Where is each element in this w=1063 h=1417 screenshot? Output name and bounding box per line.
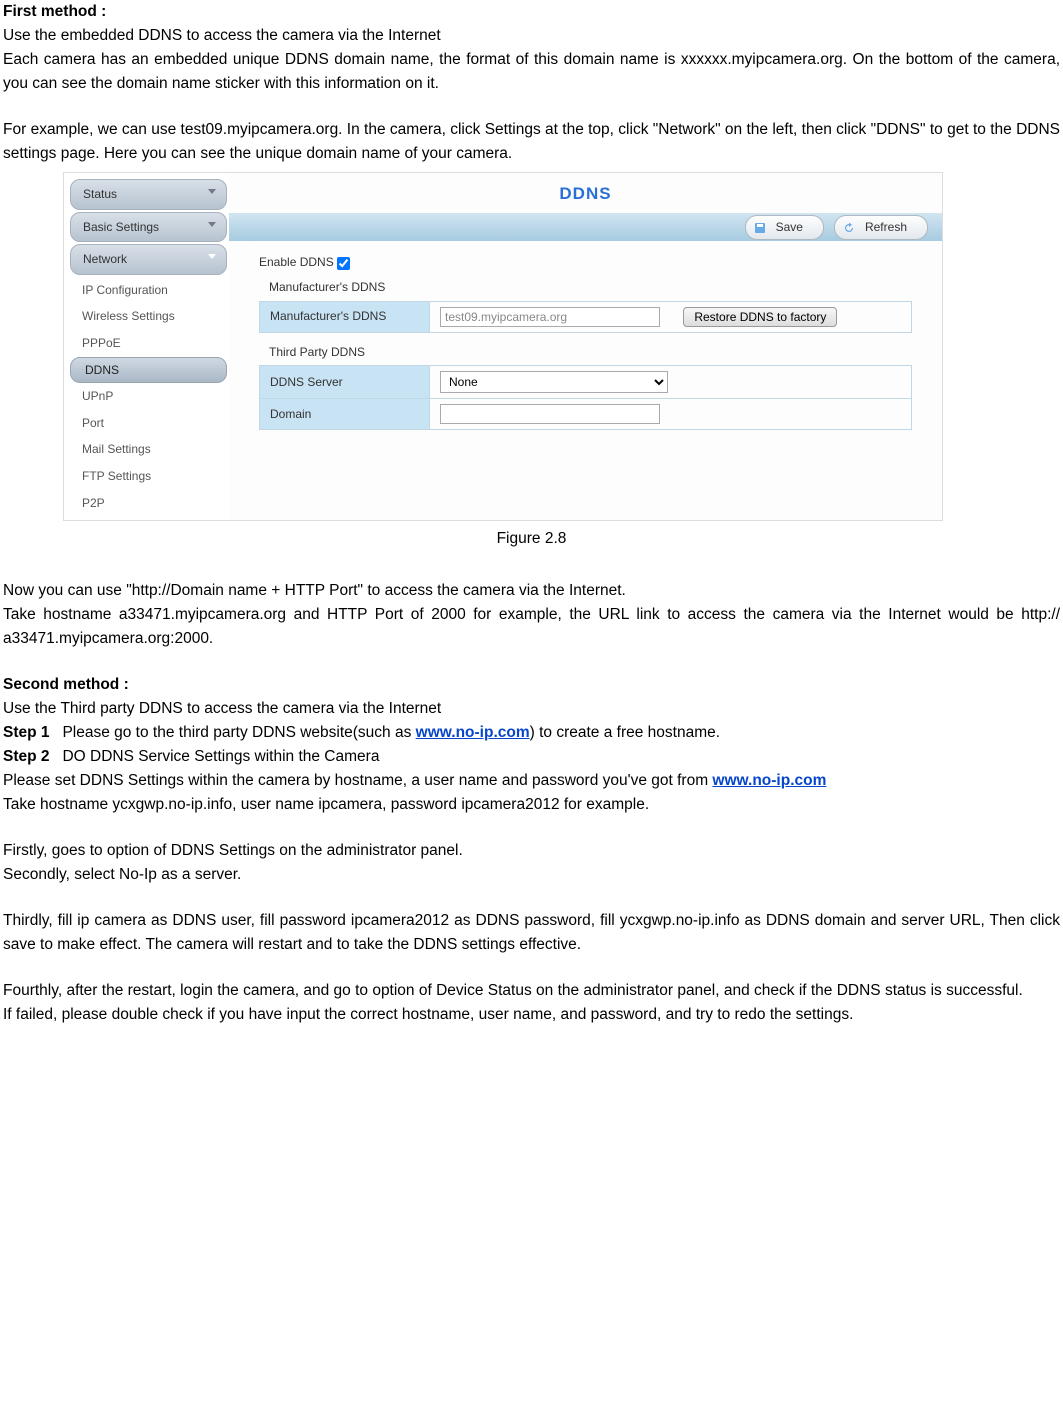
first-method-heading: First method : (3, 0, 1060, 24)
figure-caption: Figure 2.8 (3, 527, 1060, 551)
paragraph: If failed, please double check if you ha… (3, 1003, 1060, 1027)
paragraph: Take hostname a33471.myipcamera.org and … (3, 603, 1060, 651)
save-icon (754, 221, 766, 233)
third-party-ddns-table: DDNS Server None Domain (259, 365, 912, 430)
step1-line: Step 1 Please go to the third party DDNS… (3, 721, 1060, 745)
step1-text-a: Please go to the third party DDNS websit… (62, 724, 415, 741)
step2-line: Step 2 DO DDNS Service Settings within t… (3, 745, 1060, 769)
refresh-icon (843, 221, 855, 233)
sidebar-cat-basic[interactable]: Basic Settings (70, 212, 227, 243)
manufacturer-ddns-table: Manufacturer's DDNS Restore DDNS to fact… (259, 301, 912, 333)
paragraph: Please set DDNS Settings within the came… (3, 769, 1060, 793)
step2-text: DO DDNS Service Settings within the Came… (62, 748, 379, 765)
paragraph: Use the Third party DDNS to access the c… (3, 697, 1060, 721)
enable-ddns-checkbox[interactable] (337, 257, 350, 270)
settings-sidebar: Status Basic Settings Network IP Configu… (64, 173, 229, 520)
settings-main-panel: DDNS Save Refresh Enable DDNS (229, 173, 942, 520)
manufacturer-ddns-section-label: Manufacturer's DDNS (269, 278, 912, 297)
manufacturer-ddns-input[interactable] (440, 307, 660, 327)
paragraph: For example, we can use test09.myipcamer… (3, 118, 1060, 166)
noip-link[interactable]: www.no-ip.com (416, 724, 530, 741)
paragraph: Each camera has an embedded unique DDNS … (3, 48, 1060, 96)
step2-label: Step 2 (3, 748, 50, 765)
paragraph: Take hostname ycxgwp.no-ip.info, user na… (3, 793, 1060, 817)
save-button[interactable]: Save (745, 215, 824, 240)
third-party-ddns-section-label: Third Party DDNS (269, 343, 912, 362)
panel-title: DDNS (229, 173, 942, 213)
refresh-button-label: Refresh (865, 218, 907, 237)
paragraph: Now you can use "http://Domain name + HT… (3, 579, 1060, 603)
ddns-server-row-label: DDNS Server (260, 366, 430, 399)
sidebar-item-wireless[interactable]: Wireless Settings (68, 303, 229, 330)
sidebar-item-ftp[interactable]: FTP Settings (68, 463, 229, 490)
p7-text: Please set DDNS Settings within the came… (3, 772, 712, 789)
enable-ddns-row: Enable DDNS (259, 253, 912, 272)
sidebar-cat-network[interactable]: Network (70, 244, 227, 275)
restore-ddns-button[interactable]: Restore DDNS to factory (683, 307, 837, 327)
sidebar-item-pppoe[interactable]: PPPoE (68, 330, 229, 357)
sidebar-item-p2p[interactable]: P2P (68, 490, 229, 517)
manufacturer-ddns-row-label: Manufacturer's DDNS (260, 301, 430, 332)
step1-text-b: ) to create a free hostname. (530, 724, 720, 741)
paragraph: Thirdly, fill ip camera as DDNS user, fi… (3, 909, 1060, 957)
ddns-domain-input[interactable] (440, 404, 660, 424)
paragraph: Fourthly, after the restart, login the c… (3, 979, 1060, 1003)
sidebar-item-ip[interactable]: IP Configuration (68, 277, 229, 304)
paragraph: Use the embedded DDNS to access the came… (3, 24, 1060, 48)
sidebar-item-ddns[interactable]: DDNS (70, 357, 227, 384)
refresh-button[interactable]: Refresh (834, 215, 928, 240)
ddns-server-select[interactable]: None (440, 371, 668, 393)
enable-ddns-label: Enable DDNS (259, 255, 334, 269)
sidebar-item-upnp[interactable]: UPnP (68, 383, 229, 410)
ddns-settings-screenshot: Status Basic Settings Network IP Configu… (63, 172, 943, 521)
paragraph: Firstly, goes to option of DDNS Settings… (3, 839, 1060, 863)
save-button-label: Save (776, 218, 803, 237)
paragraph: Secondly, select No-Ip as a server. (3, 863, 1060, 887)
sidebar-item-port[interactable]: Port (68, 410, 229, 437)
sidebar-item-mail[interactable]: Mail Settings (68, 436, 229, 463)
ddns-domain-row-label: Domain (260, 399, 430, 430)
noip-link-2[interactable]: www.no-ip.com (712, 772, 826, 789)
sidebar-cat-status[interactable]: Status (70, 179, 227, 210)
step1-label: Step 1 (3, 724, 50, 741)
panel-toolbar: Save Refresh (229, 213, 942, 241)
second-method-heading: Second method : (3, 673, 1060, 697)
